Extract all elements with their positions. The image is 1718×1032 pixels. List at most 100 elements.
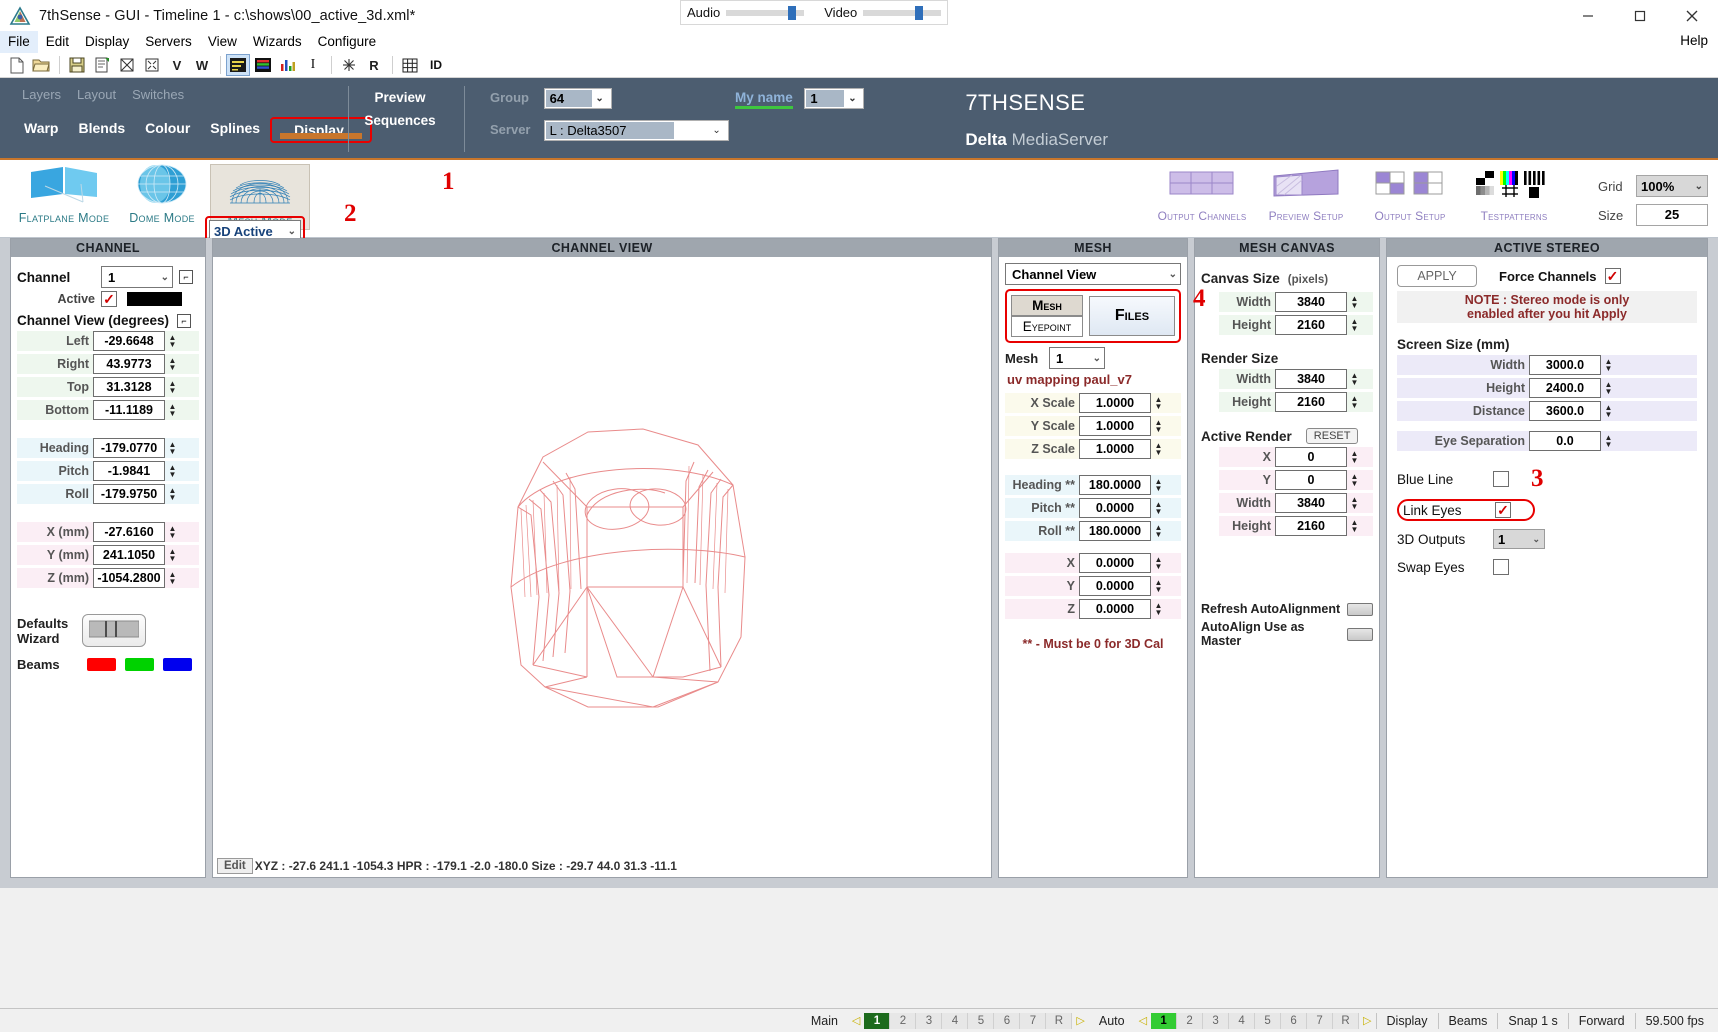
ribbon-colour[interactable]: Colour	[135, 117, 200, 143]
mesh-field-pitch-spinner[interactable]: ▲ ▼	[1151, 498, 1166, 518]
mesh-field-z-spinner[interactable]: ▲ ▼	[1151, 599, 1166, 619]
channel-view-copy-button[interactable]: ⌐	[177, 313, 192, 328]
main-seg-6[interactable]: 6	[994, 1012, 1021, 1029]
tool-output-setup[interactable]: Output Setup	[1358, 164, 1462, 223]
field-x-spinner[interactable]: ▲ ▼	[165, 522, 180, 542]
mesh-field-x-input[interactable]: 0.0000	[1079, 553, 1151, 573]
files-button[interactable]: Files	[1089, 296, 1175, 336]
menu-configure[interactable]: Configure	[310, 31, 385, 53]
properties-icon[interactable]	[90, 54, 114, 76]
reset-button[interactable]: RESET	[1305, 428, 1359, 444]
menu-wizards[interactable]: Wizards	[245, 31, 310, 53]
active-render-height-spinner[interactable]: ▲ ▼	[1347, 516, 1362, 536]
auto-seg-3[interactable]: 3	[1203, 1012, 1230, 1029]
canvas-height-spinner[interactable]: ▲ ▼	[1347, 315, 1362, 335]
force-channels-checkbox[interactable]	[1604, 268, 1621, 284]
mesh-number-select[interactable]: 1 ⌄	[1049, 347, 1105, 369]
field-top-input[interactable]: 31.3128	[93, 377, 165, 397]
colour-bars-icon[interactable]	[251, 54, 275, 76]
auto-next-icon[interactable]: ▷	[1359, 1014, 1375, 1027]
mesh-field-y-spinner[interactable]: ▲ ▼	[1151, 576, 1166, 596]
ribbon-preview[interactable]: Preview	[360, 86, 440, 109]
eyepoint-toggle-button[interactable]: Eyepoint	[1011, 316, 1083, 337]
mesh-toggle-button[interactable]: Mesh	[1011, 295, 1083, 316]
tool-output-channels[interactable]: Output Channels	[1150, 164, 1254, 223]
menu-help[interactable]: Help	[1680, 33, 1708, 48]
main-seg-5[interactable]: 5	[968, 1012, 995, 1029]
w-icon[interactable]: W	[190, 54, 214, 76]
size-input[interactable]: 25	[1636, 204, 1708, 226]
id-icon[interactable]: ID	[423, 54, 449, 76]
menu-view[interactable]: View	[200, 31, 245, 53]
status-forward[interactable]: Forward	[1569, 1014, 1635, 1028]
ribbon-layers[interactable]: Layers	[14, 85, 69, 104]
menu-servers[interactable]: Servers	[137, 31, 200, 53]
channel-view-canvas[interactable]	[213, 257, 991, 857]
audio-slider[interactable]	[726, 5, 805, 20]
snowflake-icon[interactable]	[337, 54, 361, 76]
auto-seg-r[interactable]: R	[1333, 1012, 1360, 1029]
canvas-height-input[interactable]: 2160	[1275, 315, 1347, 335]
v-icon[interactable]: V	[165, 54, 189, 76]
field-y-spinner[interactable]: ▲ ▼	[165, 545, 180, 565]
save-icon[interactable]	[65, 54, 89, 76]
levels-icon[interactable]	[276, 54, 300, 76]
active-render-y-input[interactable]: 0	[1275, 470, 1347, 490]
mesh-field-roll-input[interactable]: 180.0000	[1079, 521, 1151, 541]
auto-seg-7[interactable]: 7	[1307, 1012, 1334, 1029]
mesh-field-roll-spinner[interactable]: ▲ ▼	[1151, 521, 1166, 541]
collapse-icon[interactable]	[140, 54, 164, 76]
myname-select[interactable]: 1 ⌄	[804, 88, 865, 109]
active-render-height-input[interactable]: 2160	[1275, 516, 1347, 536]
mesh-field-yscale-input[interactable]: 1.0000	[1079, 416, 1151, 436]
mesh-field-heading-input[interactable]: 180.0000	[1079, 475, 1151, 495]
auto-seg-5[interactable]: 5	[1255, 1012, 1282, 1029]
close-button[interactable]	[1666, 0, 1718, 31]
field-right-input[interactable]: 43.9773	[93, 354, 165, 374]
ribbon-layout[interactable]: Layout	[69, 85, 124, 104]
screen-distance-spinner[interactable]: ▲ ▼	[1601, 401, 1616, 421]
field-right-spinner[interactable]: ▲ ▼	[165, 354, 180, 374]
beam-blue[interactable]	[163, 658, 192, 671]
status-beams[interactable]: Beams	[1439, 1014, 1498, 1028]
main-prev-icon[interactable]: ◁	[848, 1014, 864, 1027]
active-render-width-spinner[interactable]: ▲ ▼	[1347, 493, 1362, 513]
canvas-width-spinner[interactable]: ▲ ▼	[1347, 292, 1362, 312]
maximize-button[interactable]	[1614, 0, 1666, 31]
mesh-field-yscale-spinner[interactable]: ▲ ▼	[1151, 416, 1166, 436]
field-z-spinner[interactable]: ▲ ▼	[165, 568, 180, 588]
mesh-field-pitch-input[interactable]: 0.0000	[1079, 498, 1151, 518]
screen-width-input[interactable]: 3000.0	[1529, 355, 1601, 375]
main-seg-7[interactable]: 7	[1020, 1012, 1047, 1029]
tool-testpatterns[interactable]: Testpatterns	[1462, 164, 1566, 223]
render-height-spinner[interactable]: ▲ ▼	[1347, 392, 1362, 412]
render-width-input[interactable]: 3840	[1275, 369, 1347, 389]
mesh-field-zscale-spinner[interactable]: ▲ ▼	[1151, 439, 1166, 459]
eye-separation-input[interactable]: 0.0	[1529, 431, 1601, 451]
menu-display[interactable]: Display	[77, 31, 137, 53]
mesh-view-select[interactable]: Channel View ⌄	[1005, 263, 1181, 285]
new-file-icon[interactable]	[4, 54, 28, 76]
mesh-field-zscale-input[interactable]: 1.0000	[1079, 439, 1151, 459]
mesh-field-x-spinner[interactable]: ▲ ▼	[1151, 553, 1166, 573]
edit-button[interactable]: Edit	[217, 858, 253, 874]
ribbon-sequences[interactable]: Sequences	[360, 109, 440, 132]
ribbon-switches[interactable]: Switches	[124, 85, 192, 104]
ribbon-warp[interactable]: Warp	[14, 117, 68, 143]
main-seg-3[interactable]: 3	[916, 1012, 943, 1029]
ribbon-splines[interactable]: Splines	[200, 117, 270, 143]
active-render-width-input[interactable]: 3840	[1275, 493, 1347, 513]
ribbon-blends[interactable]: Blends	[68, 117, 135, 143]
field-pitch-input[interactable]: -1.9841	[93, 461, 165, 481]
autoalign-master-button[interactable]	[1347, 627, 1373, 641]
screen-height-spinner[interactable]: ▲ ▼	[1601, 378, 1616, 398]
main-seg-r[interactable]: R	[1046, 1012, 1073, 1029]
defaults-wizard-button[interactable]	[82, 614, 147, 647]
timeline-bars-icon[interactable]	[226, 54, 250, 76]
ribbon-display-tab[interactable]: Display	[270, 117, 372, 143]
field-heading-input[interactable]: -179.0770	[93, 438, 165, 458]
active-checkbox[interactable]	[101, 291, 117, 307]
menu-file[interactable]: File	[0, 31, 38, 53]
main-next-icon[interactable]: ▷	[1072, 1014, 1088, 1027]
eye-separation-spinner[interactable]: ▲ ▼	[1601, 431, 1616, 451]
